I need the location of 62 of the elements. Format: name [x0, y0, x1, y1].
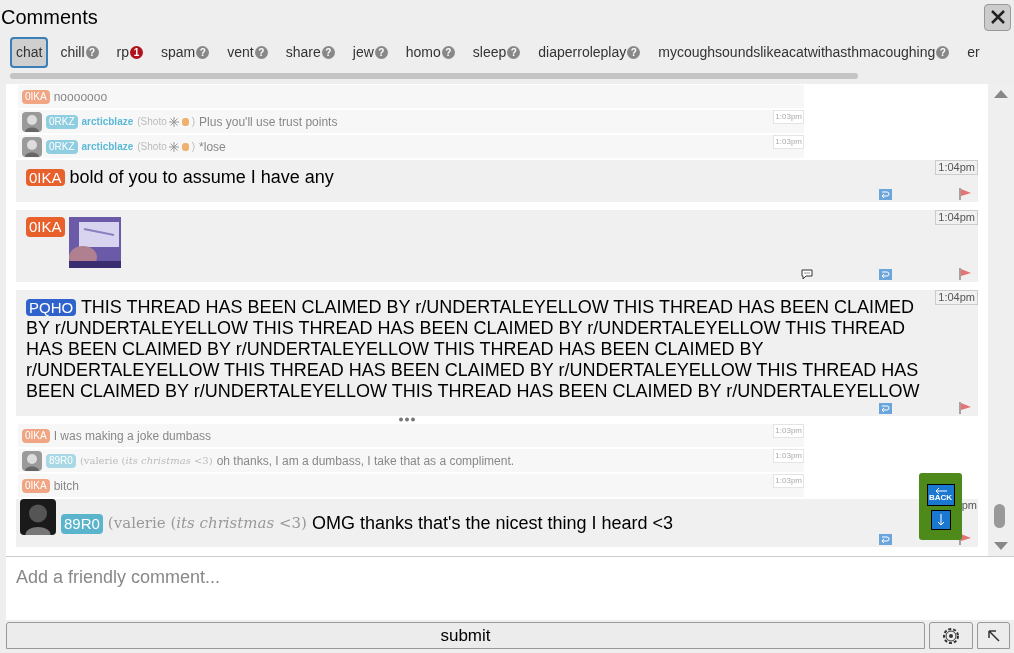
- window-title: Comments: [1, 5, 98, 30]
- channel-tab[interactable]: homo ?: [399, 36, 461, 68]
- message-text: oh thanks, I am a dumbass, I take that as a compliment.: [216, 452, 515, 470]
- unread-badge: 1: [130, 45, 144, 59]
- channel-tab[interactable]: chat: [10, 36, 49, 68]
- timestamp: 1:04pm: [935, 290, 978, 305]
- channel-tab[interactable]: diaperroleplay ?: [532, 36, 647, 68]
- help-icon: ?: [321, 45, 335, 59]
- help-icon: ?: [196, 45, 210, 59]
- user-tag[interactable]: PQHO: [26, 299, 77, 316]
- channel-tab[interactable]: share ?: [279, 36, 341, 68]
- channel-tab[interactable]: vent ?: [221, 36, 274, 68]
- channel-tab[interactable]: jew ?: [346, 36, 394, 68]
- back-button[interactable]: BACK: [926, 483, 955, 506]
- tab-label: spam: [161, 42, 196, 62]
- timestamp: 1:04pm: [935, 160, 978, 175]
- tab-label: chill: [60, 42, 85, 62]
- help-icon: ?: [85, 45, 99, 59]
- user-flair: (valerie (its christmas <3): [107, 513, 307, 534]
- channel-tab[interactable]: spam ?: [155, 36, 216, 68]
- timestamp: 1:04pm: [935, 210, 978, 225]
- help-icon: ?: [441, 45, 455, 59]
- message-text: nooooooo: [53, 88, 108, 106]
- message-text: Plus you'll use trust points: [199, 113, 338, 131]
- tab-label: rp: [116, 42, 130, 62]
- timestamp: 1:03pm: [773, 424, 804, 438]
- timestamp: 1:03pm: [773, 474, 804, 488]
- message-text: 0IKA bold of you to assume I have any: [26, 167, 334, 187]
- help-icon: ?: [627, 45, 641, 59]
- tab-label: homo: [405, 42, 441, 62]
- timestamp: 1:03pm: [773, 449, 804, 463]
- help-icon: ?: [254, 45, 268, 59]
- channel-tab[interactable]: sleep ?: [466, 36, 527, 68]
- user-flair: (Shoto: [137, 115, 167, 129]
- tab-label: vent: [227, 42, 254, 62]
- flair-bracket: ): [191, 115, 196, 129]
- message-text: bitch: [53, 477, 80, 495]
- flair-bracket: ): [191, 140, 196, 154]
- message-text: PQHO THIS THREAD HAS BEEN CLAIMED BY r/UNDERTALEYELLOW THIS THREAD HAS BEEN CLAIMED BY r/UNDERTALEYELLOW THIS THREAD HAS BEEN CLAIMED BY r/UNDERTALEYELLOW THIS THREAD HAS BEEN CLAIMED BY r/UNDERTALEYELLOW THIS THREAD HAS BEEN CLAIMED BY r/UNDERTALEYELLOW THIS THREAD HAS BEEN CLAIMED BY r/UNDERTALEYELLOW THIS THREAD HAS BEEN CLAIMED BY r/UNDERTALEYELLOW THIS THREAD HAS BEEN CLAIMED BY r/UNDERTALEYELLOW: [26, 297, 920, 401]
- tab-label: sleep: [472, 42, 507, 62]
- help-icon: ?: [507, 45, 521, 59]
- timestamp: pm: [961, 499, 978, 512]
- tab-label: chat: [16, 42, 43, 62]
- user-flair: (Shoto: [137, 140, 167, 154]
- tab-label: jew: [352, 42, 374, 62]
- channel-tab[interactable]: er: [961, 36, 986, 68]
- channel-tab[interactable]: mycoughsoundslikeacatwithasthmacoughing ?: [652, 36, 956, 68]
- message-text: I was making a joke dumbass: [53, 427, 212, 445]
- tab-label: share: [285, 42, 321, 62]
- message-text: *lose: [199, 138, 226, 156]
- tab-label: er: [967, 42, 980, 62]
- tab-label: diaperroleplay: [538, 42, 627, 62]
- message-text: OMG thanks that's the nicest thing I heard <3: [311, 513, 674, 534]
- help-icon: ?: [936, 45, 950, 59]
- channel-tab[interactable]: chill ?: [54, 36, 105, 68]
- help-icon: ?: [374, 45, 388, 59]
- comment-field[interactable]: Add a friendly comment...: [6, 557, 1014, 620]
- channel-tab[interactable]: rp 1: [110, 36, 150, 68]
- tab-label: mycoughsoundslikeacatwithasthmacoughing: [658, 42, 936, 62]
- submit-button[interactable]: submit: [6, 622, 925, 649]
- timestamp: 1:03pm: [773, 135, 804, 149]
- timestamp: 1:03pm: [773, 110, 804, 124]
